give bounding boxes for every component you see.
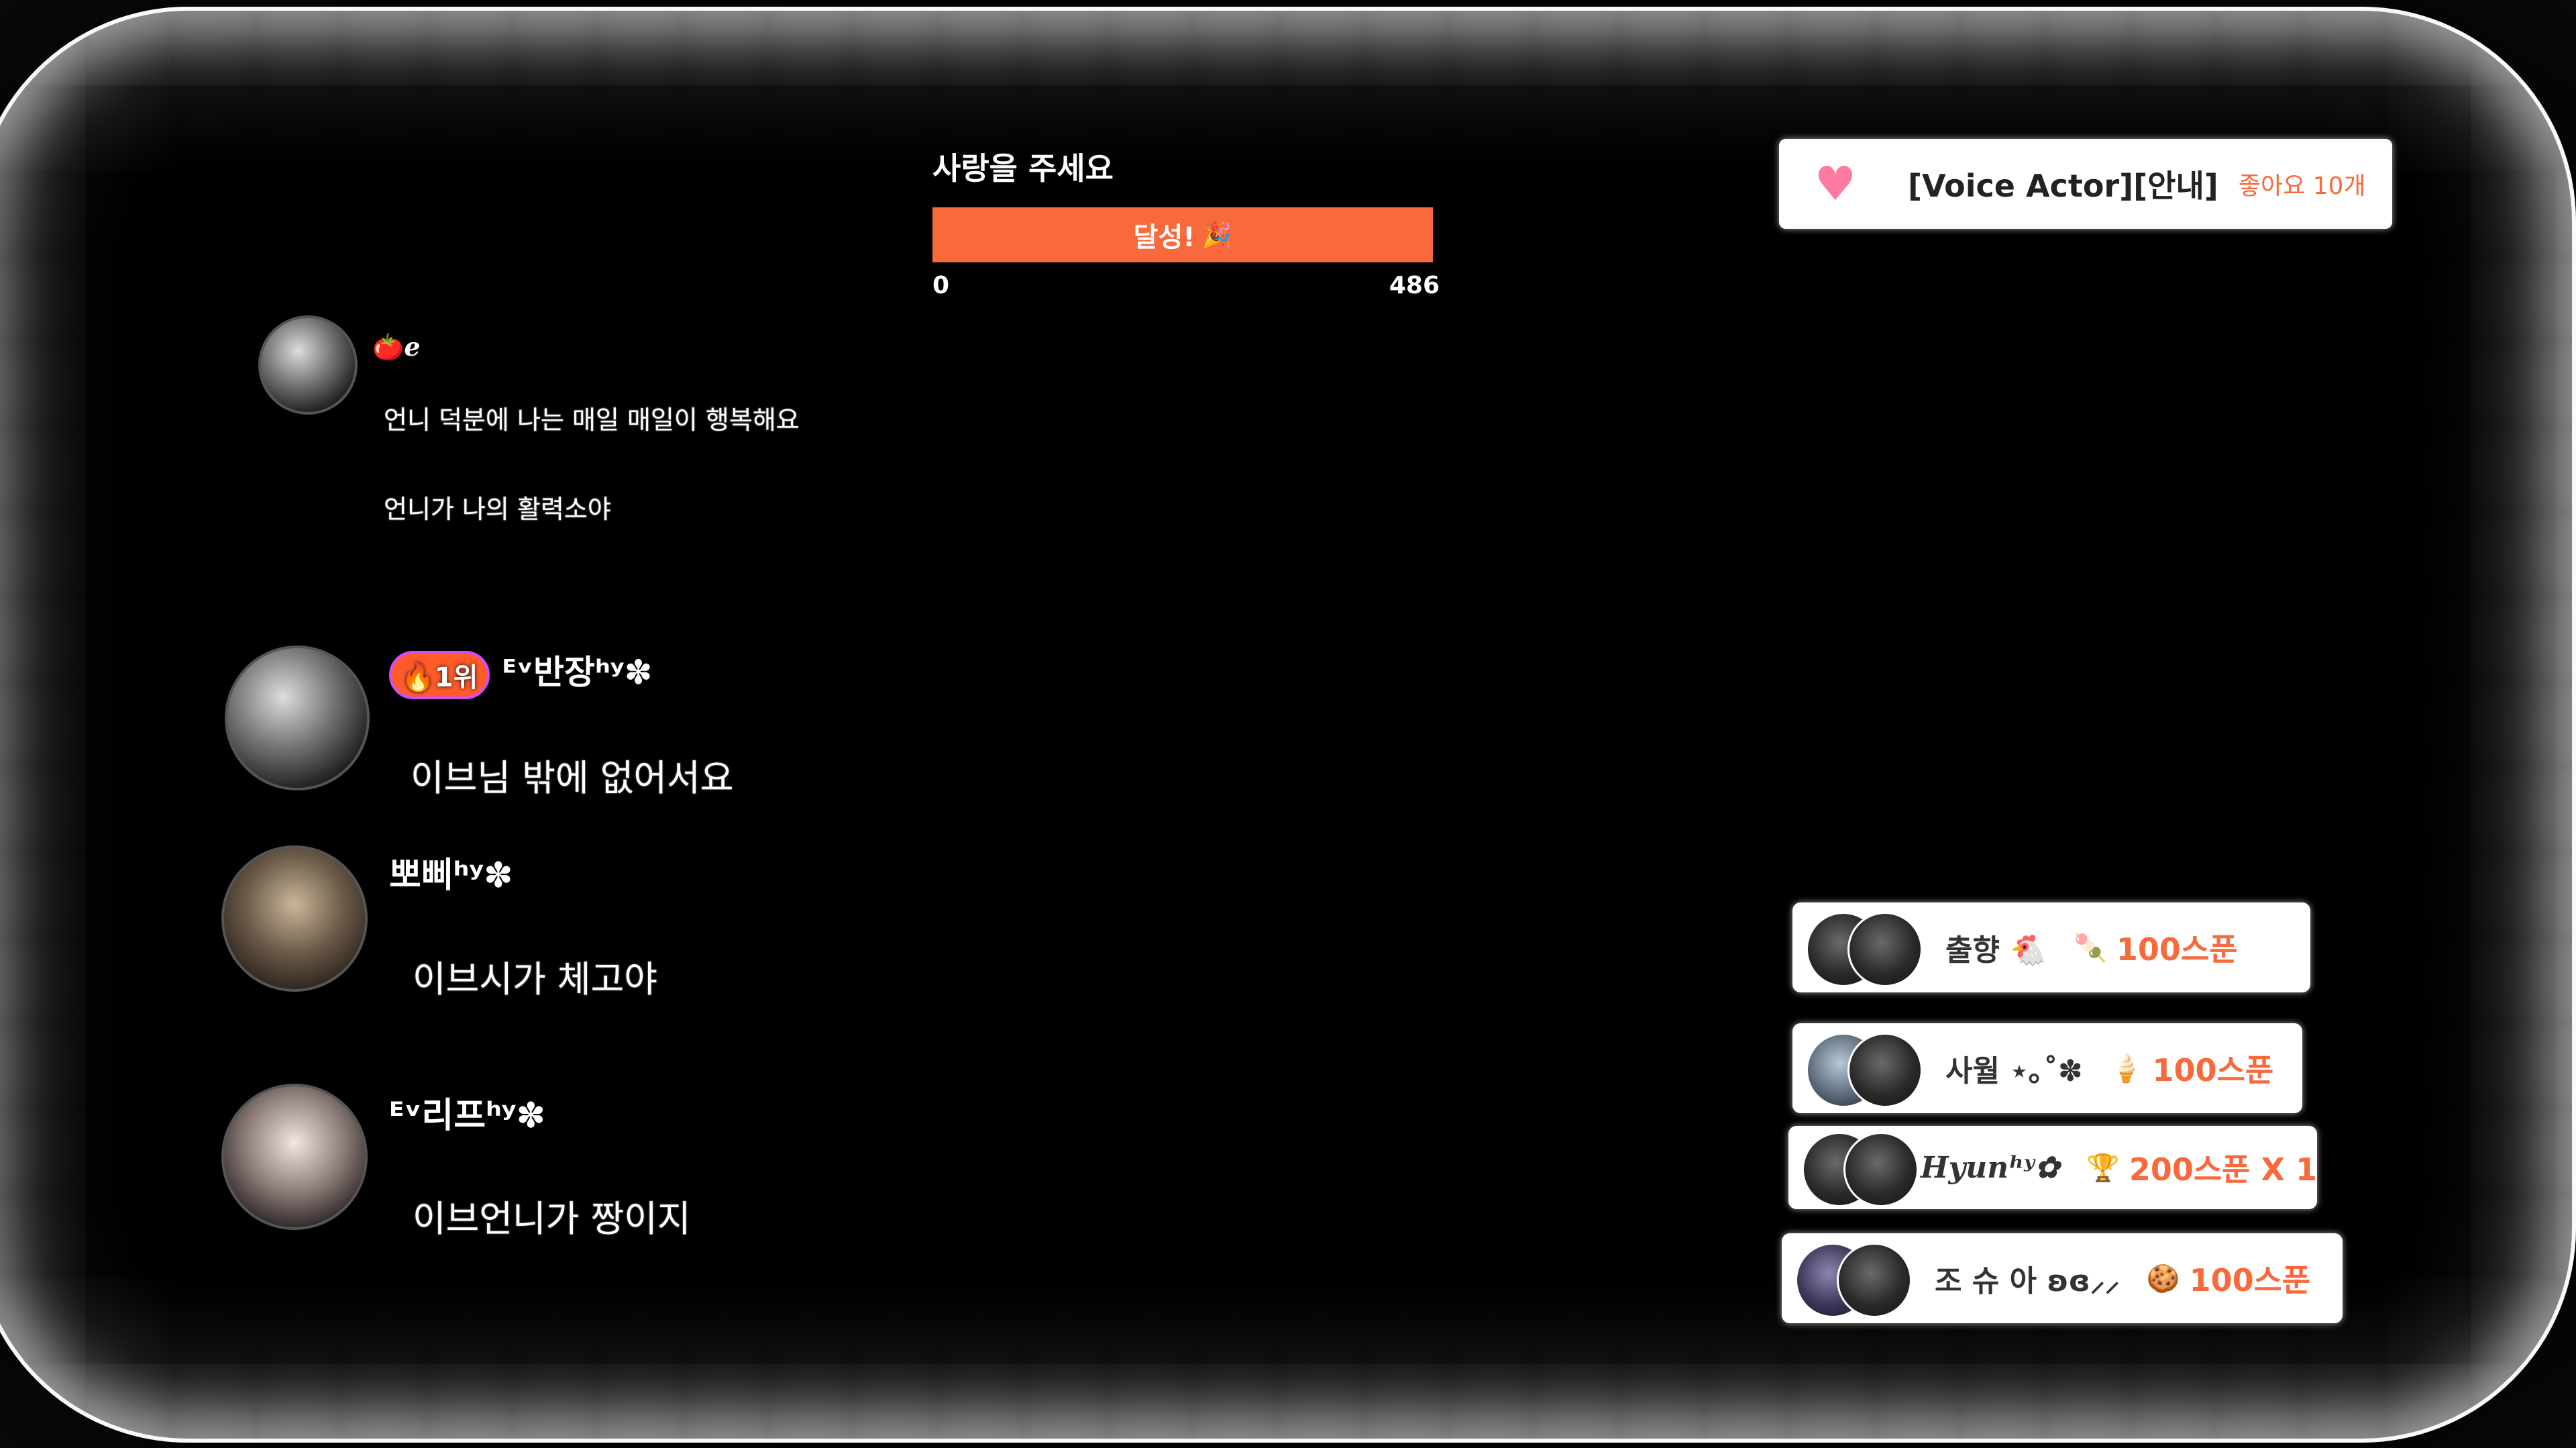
donation-card[interactable]: 사월 ⋆｡˚✽ 🍦 100스푼	[1792, 1023, 2302, 1113]
goal-max: 486	[1389, 272, 1440, 299]
donation-amount: 200스푼 X 1	[2129, 1151, 2317, 1188]
goal-widget: 사랑을 주세요 달성! 🎉 0 486	[932, 144, 1442, 299]
donor-name: Hyunʰʸ✿	[1920, 1150, 2060, 1185]
gift-icon: 🍪	[2146, 1263, 2180, 1294]
donor-avatars	[1806, 1031, 1933, 1108]
gift-icon: 🍡	[2074, 932, 2107, 964]
gift-icon: 🍦	[2109, 1053, 2143, 1084]
avatar	[1837, 1243, 1912, 1318]
chat-username[interactable]: 뽀삐ʰʸ✽	[389, 847, 513, 897]
avatar	[1847, 912, 1923, 987]
chat-text: 이브시가 체고야	[413, 958, 657, 1000]
goal-title: 사랑을 주세요	[932, 150, 1114, 187]
avatar[interactable]	[225, 645, 370, 790]
notice-card[interactable]: ♥ [Voice Actor][안내] 좋아요 10개	[1779, 139, 2392, 229]
goal-scale: 0 486	[932, 272, 1440, 299]
avatar[interactable]	[258, 315, 358, 415]
donor-name: 사월 ⋆｡˚✽	[1945, 1054, 2083, 1088]
chat-username[interactable]: 🍅ℯ	[372, 332, 421, 362]
notice-title: [Voice Actor][안내]	[1908, 168, 2218, 204]
donor-avatars	[1806, 911, 1933, 987]
chat-username-row: 🔥1위 ᴱᵛ반장ʰʸ✽	[389, 645, 653, 699]
avatar	[1843, 1132, 1919, 1207]
donation-amount: 100스푼	[2116, 931, 2238, 968]
avatar[interactable]	[221, 845, 368, 992]
goal-min: 0	[932, 272, 950, 299]
donation-card[interactable]: 조 슈 아 ʚɞ⸝⸝ 🍪 100스푼	[1782, 1233, 2343, 1323]
rank-badge: 🔥1위	[389, 650, 490, 699]
chat-text: 언니가 나의 활력소야	[384, 495, 611, 524]
chat-username[interactable]: ᴱᵛ반장ʰʸ✽	[502, 653, 652, 692]
donation-card[interactable]: 출향 🐔 🍡 100스푼	[1792, 902, 2310, 992]
gift-icon: 🏆	[2086, 1152, 2120, 1184]
chat-text: 언니 덕분에 나는 매일 매일이 행복해요	[384, 405, 800, 435]
donor-name: 조 슈 아 ʚɞ⸝⸝	[1935, 1264, 2120, 1298]
goal-status-label: 달성!	[1133, 222, 1195, 253]
donor-name: 출향 🐔	[1945, 933, 2047, 968]
donation-card[interactable]: Hyunʰʸ✿ 🏆 200스푼 X 1	[1788, 1126, 2317, 1209]
heart-icon: ♥	[1814, 156, 1857, 211]
goal-progress-bar: 달성! 🎉	[932, 207, 1433, 262]
party-popper-icon: 🎉	[1201, 221, 1232, 249]
donation-amount: 100스푼	[2152, 1052, 2274, 1088]
donor-avatars	[1802, 1131, 1919, 1207]
stream-overlay: 사랑을 주세요 달성! 🎉 0 486 🍅ℯ 언니 덕분에 나는 매일 매일이 …	[0, 0, 2576, 1448]
chat-text: 이브님 밖에 없어서요	[411, 757, 734, 799]
chat-username[interactable]: ᴱᵛ리프ʰʸ✽	[389, 1087, 545, 1137]
chat-text: 이브언니가 짱이지	[413, 1198, 691, 1240]
avatar	[1847, 1033, 1923, 1108]
donor-avatars	[1795, 1241, 1923, 1318]
notice-likes: 좋아요 10개	[2238, 172, 2366, 200]
avatar[interactable]	[221, 1084, 368, 1230]
donation-amount: 100스푼	[2189, 1262, 2311, 1298]
